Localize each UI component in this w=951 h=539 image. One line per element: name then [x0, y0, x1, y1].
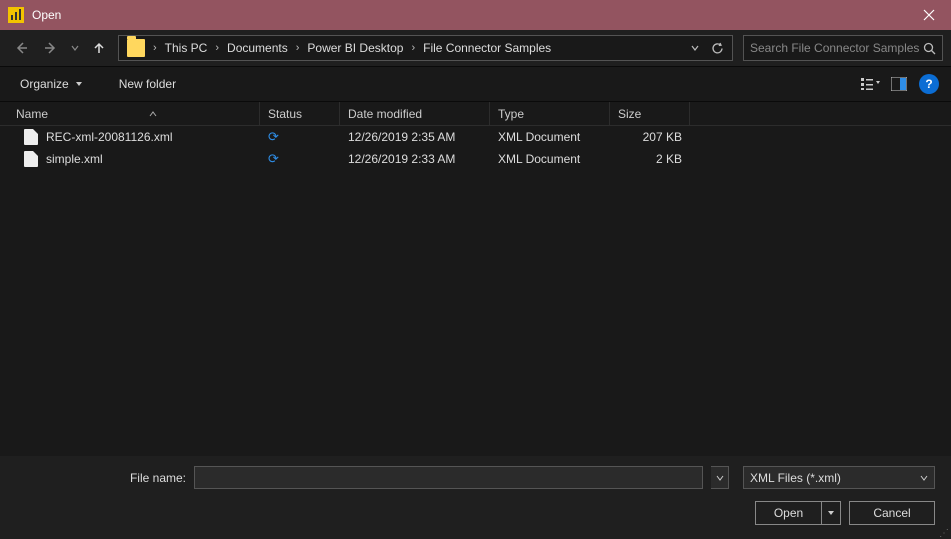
file-icon: [24, 129, 38, 145]
organize-label: Organize: [20, 77, 69, 91]
folder-icon: [127, 39, 145, 57]
cancel-button[interactable]: Cancel: [849, 501, 935, 525]
forward-button[interactable]: [38, 35, 64, 61]
chevron-right-icon: ›: [407, 42, 419, 54]
column-date[interactable]: Date modified: [340, 102, 490, 125]
column-size[interactable]: Size: [610, 102, 690, 125]
toolbar: Organize New folder ?: [0, 66, 951, 102]
help-button[interactable]: ?: [919, 74, 939, 94]
address-dropdown-button[interactable]: [684, 37, 706, 59]
sort-asc-icon: [149, 110, 157, 118]
sync-icon: ⟳: [268, 151, 279, 166]
recent-locations-button[interactable]: [68, 44, 82, 52]
search-icon: [923, 42, 936, 55]
app-icon: [8, 7, 24, 23]
footer: File name: XML Files (*.xml) Open Cancel: [0, 456, 951, 539]
open-button-main[interactable]: Open: [756, 502, 822, 524]
column-status[interactable]: Status: [260, 102, 340, 125]
file-name: simple.xml: [46, 152, 103, 166]
organize-button[interactable]: Organize: [12, 73, 91, 95]
navbar: › This PC › Documents › Power BI Desktop…: [0, 30, 951, 66]
column-name[interactable]: Name: [0, 102, 260, 125]
chevron-down-icon: [920, 474, 928, 482]
column-headers: Name Status Date modified Type Size: [0, 102, 951, 126]
view-options-button[interactable]: [857, 70, 885, 98]
filetype-select[interactable]: XML Files (*.xml): [743, 466, 935, 489]
chevron-right-icon: ›: [292, 42, 304, 54]
file-row[interactable]: simple.xml ⟳ 12/26/2019 2:33 AM XML Docu…: [0, 148, 951, 170]
refresh-button[interactable]: [706, 37, 728, 59]
file-row[interactable]: REC-xml-20081126.xml ⟳ 12/26/2019 2:35 A…: [0, 126, 951, 148]
file-size: 2 KB: [610, 152, 690, 166]
chevron-right-icon: ›: [211, 42, 223, 54]
chevron-right-icon: ›: [149, 42, 161, 54]
filetype-label: XML Files (*.xml): [750, 471, 841, 485]
file-date: 12/26/2019 2:33 AM: [340, 152, 490, 166]
window-title: Open: [32, 8, 906, 22]
breadcrumb-part[interactable]: Power BI Desktop: [303, 39, 407, 57]
new-folder-button[interactable]: New folder: [111, 73, 184, 95]
open-button-dropdown[interactable]: [822, 502, 840, 524]
filename-dropdown-button[interactable]: [711, 466, 729, 489]
filename-label: File name:: [16, 471, 186, 485]
open-button[interactable]: Open: [755, 501, 841, 525]
close-button[interactable]: [906, 0, 951, 30]
search-box[interactable]: [743, 35, 943, 61]
file-icon: [24, 151, 38, 167]
column-type[interactable]: Type: [490, 102, 610, 125]
titlebar: Open: [0, 0, 951, 30]
file-date: 12/26/2019 2:35 AM: [340, 130, 490, 144]
breadcrumb-part[interactable]: Documents: [223, 39, 292, 57]
file-size: 207 KB: [610, 130, 690, 144]
search-input[interactable]: [750, 41, 923, 55]
address-bar[interactable]: › This PC › Documents › Power BI Desktop…: [118, 35, 733, 61]
new-folder-label: New folder: [119, 77, 176, 91]
chevron-down-icon: [75, 80, 83, 88]
file-name: REC-xml-20081126.xml: [46, 130, 173, 144]
filename-input[interactable]: [194, 466, 703, 489]
resize-grip[interactable]: ⋰: [939, 531, 949, 537]
preview-pane-button[interactable]: [885, 70, 913, 98]
back-button[interactable]: [8, 35, 34, 61]
breadcrumb-part[interactable]: This PC: [161, 39, 212, 57]
file-type: XML Document: [490, 152, 610, 166]
file-list: Name Status Date modified Type Size REC-…: [0, 102, 951, 456]
up-button[interactable]: [86, 35, 112, 61]
sync-icon: ⟳: [268, 129, 279, 144]
file-type: XML Document: [490, 130, 610, 144]
breadcrumb-part[interactable]: File Connector Samples: [419, 39, 555, 57]
